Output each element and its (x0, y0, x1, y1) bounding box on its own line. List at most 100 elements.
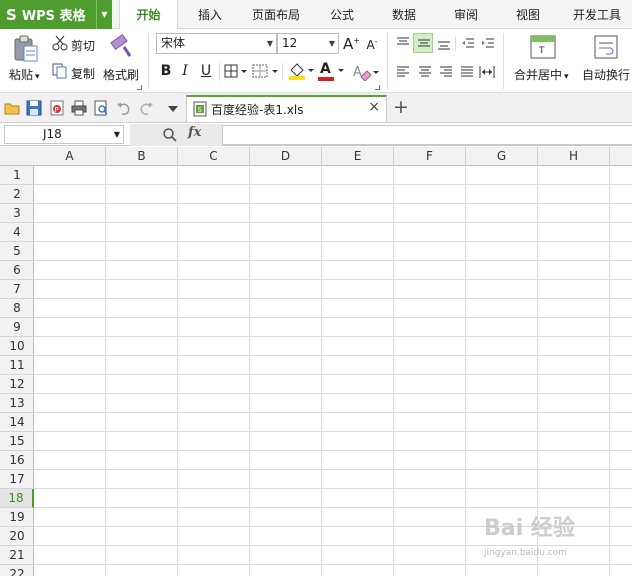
align-center-icon[interactable] (418, 66, 432, 81)
wrap-text-button[interactable]: 自动换行 (582, 66, 630, 83)
align-right-icon[interactable] (439, 66, 453, 81)
row-header-10[interactable]: 10 (0, 337, 34, 356)
tab-home[interactable]: 开始 (119, 0, 178, 30)
row-header-6[interactable]: 6 (0, 261, 34, 280)
paste-button[interactable] (12, 34, 40, 65)
format-painter-button[interactable]: 格式刷 (103, 66, 139, 83)
align-bottom-icon[interactable] (437, 39, 451, 54)
tab-view[interactable]: 视图 (504, 0, 552, 29)
row-header-7[interactable]: 7 (0, 280, 34, 299)
column-header-g[interactable]: G (466, 147, 538, 166)
tab-page-layout[interactable]: 页面布局 (244, 0, 308, 29)
merge-center-button[interactable]: 合并居中 ▾ (514, 66, 569, 83)
paste-label[interactable]: 粘贴 ▾ (9, 66, 40, 83)
tab-data[interactable]: 数据 (380, 0, 428, 29)
formula-input[interactable] (222, 125, 632, 145)
row-header-19[interactable]: 19 (0, 508, 34, 527)
decrease-indent-icon[interactable] (461, 37, 475, 54)
document-tab[interactable]: S 百度经验-表1.xls × (186, 95, 387, 122)
underline-button[interactable]: U (198, 63, 214, 79)
grow-font-icon[interactable]: A+ (343, 35, 360, 53)
insert-function-icon[interactable]: fx (188, 125, 201, 140)
bold-button[interactable]: B (158, 63, 174, 79)
row-header-8[interactable]: 8 (0, 299, 34, 318)
name-box[interactable]: J18 ▼ (4, 125, 124, 144)
row-header-15[interactable]: 15 (0, 432, 34, 451)
row-header-13[interactable]: 13 (0, 394, 34, 413)
column-header-d[interactable]: D (250, 147, 322, 166)
ribbon-home: 粘贴▾ 剪切 复制 格式刷 宋体▼ 12▼ A+ A- B I U A A (0, 29, 632, 92)
row-header-11[interactable]: 11 (0, 356, 34, 375)
copy-icon[interactable] (52, 63, 68, 82)
clear-format-icon[interactable]: A (353, 63, 379, 84)
customize-toolbar-icon[interactable] (167, 103, 183, 119)
column-header-c[interactable]: C (178, 147, 250, 166)
print-icon[interactable] (71, 100, 87, 116)
watermark-url: jingyan.baidu.com (484, 548, 568, 558)
column-header-f[interactable]: F (394, 147, 466, 166)
print-preview-icon[interactable] (93, 100, 109, 116)
export-pdf-icon[interactable]: P (49, 100, 65, 116)
distributed-align-icon[interactable] (479, 65, 495, 82)
chevron-down-icon: ▼ (328, 39, 335, 48)
font-size-select[interactable]: 12 ▼ (277, 33, 339, 54)
column-header-e[interactable]: E (322, 147, 394, 166)
row-header-20[interactable]: 20 (0, 527, 34, 546)
column-header-h[interactable]: H (538, 147, 610, 166)
redo-icon[interactable] (138, 100, 154, 116)
row-header-14[interactable]: 14 (0, 413, 34, 432)
row-header-5[interactable]: 5 (0, 242, 34, 261)
tab-developer[interactable]: 开发工具 (564, 0, 630, 29)
row-header-9[interactable]: 9 (0, 318, 34, 337)
row-gridline (34, 374, 632, 375)
row-header-3[interactable]: 3 (0, 204, 34, 223)
wrap-text-icon[interactable] (594, 35, 618, 62)
row-gridline (34, 450, 632, 451)
row-header-4[interactable]: 4 (0, 223, 34, 242)
app-menu-dropdown-icon[interactable]: ▼ (96, 0, 112, 29)
row-header-1[interactable]: 1 (0, 166, 34, 185)
row-header-21[interactable]: 21 (0, 546, 34, 565)
undo-icon[interactable] (116, 100, 132, 116)
font-name-select[interactable]: 宋体 ▼ (156, 33, 277, 54)
row-header-17[interactable]: 17 (0, 470, 34, 489)
close-tab-icon[interactable]: × (368, 99, 380, 115)
tab-insert[interactable]: 插入 (186, 0, 234, 29)
row-header-16[interactable]: 16 (0, 451, 34, 470)
tab-formulas[interactable]: 公式 (318, 0, 366, 29)
align-left-icon[interactable] (396, 66, 410, 81)
merge-center-icon[interactable]: T (530, 35, 556, 62)
italic-button[interactable]: I (177, 63, 193, 79)
align-top-icon[interactable] (396, 37, 410, 52)
clipboard-launcher-icon[interactable] (137, 85, 142, 90)
cut-icon[interactable] (52, 35, 68, 54)
align-middle-icon[interactable] (413, 33, 433, 53)
row-header-18[interactable]: 18 (0, 489, 34, 508)
app-menu-button[interactable]: S WPS 表格 ▼ (0, 0, 112, 29)
justify-icon[interactable] (460, 66, 474, 81)
chevron-down-icon[interactable]: ▼ (114, 126, 120, 143)
font-launcher-icon[interactable] (375, 85, 380, 90)
cut-button[interactable]: 剪切 (71, 37, 95, 54)
zoom-search-icon[interactable] (162, 127, 178, 143)
row-header-12[interactable]: 12 (0, 375, 34, 394)
row-header-2[interactable]: 2 (0, 185, 34, 204)
column-header-b[interactable]: B (106, 147, 178, 166)
save-icon[interactable] (26, 100, 42, 116)
cell-style-icon[interactable] (252, 64, 280, 81)
column-header-a[interactable]: A (34, 147, 106, 166)
format-painter-icon[interactable] (110, 34, 134, 61)
fill-color-icon[interactable] (287, 61, 315, 84)
shrink-font-icon[interactable]: A- (364, 37, 380, 52)
merge-center-dropdown-icon[interactable]: ▾ (564, 72, 569, 82)
new-tab-icon[interactable]: + (393, 96, 409, 118)
open-folder-icon[interactable] (4, 100, 20, 116)
row-gridline (34, 488, 632, 489)
increase-indent-icon[interactable] (481, 37, 495, 54)
paste-dropdown-icon[interactable]: ▾ (35, 72, 40, 82)
copy-button[interactable]: 复制 (71, 65, 95, 82)
svg-text:P: P (55, 106, 59, 114)
tab-review[interactable]: 审阅 (442, 0, 490, 29)
row-header-22[interactable]: 22 (0, 565, 34, 576)
borders-icon[interactable] (224, 64, 248, 81)
